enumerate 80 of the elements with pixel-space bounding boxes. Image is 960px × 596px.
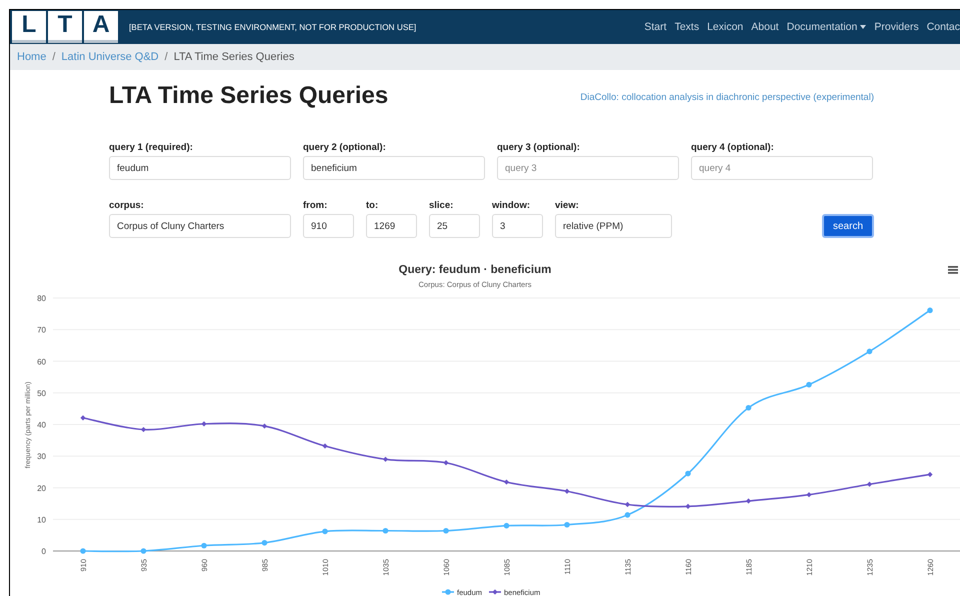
- y-tick-label: 10: [37, 515, 46, 524]
- data-point: [866, 348, 872, 354]
- data-point: [746, 498, 752, 504]
- data-point: [382, 456, 388, 462]
- data-point: [504, 479, 510, 485]
- query-field[interactable]: feudum: [109, 156, 291, 180]
- data-point: [866, 482, 872, 487]
- nav-link[interactable]: Contac: [926, 20, 960, 33]
- data-point: [504, 522, 510, 528]
- data-point: [927, 308, 933, 314]
- current-page-text: LTA Time Series Queries: [174, 50, 294, 63]
- data-point: [443, 460, 449, 466]
- data-point: [201, 542, 207, 548]
- query-field[interactable]: query 4: [691, 156, 873, 180]
- data-point: [322, 528, 328, 534]
- y-tick-label: 80: [37, 294, 46, 303]
- data-point: [746, 404, 752, 411]
- nav-link[interactable]: Providers: [874, 20, 919, 33]
- search-button[interactable]: search: [822, 214, 874, 238]
- y-tick-label: 30: [37, 452, 46, 462]
- option-field[interactable]: 910: [303, 214, 354, 238]
- field-label: window:: [492, 200, 531, 211]
- logo-tile[interactable]: T: [48, 10, 82, 43]
- data-point: [80, 548, 86, 554]
- data-point: [685, 504, 691, 509]
- data-point: [624, 502, 630, 508]
- field-label: query 2 (optional):: [303, 142, 387, 153]
- query-field[interactable]: query 3: [497, 156, 679, 180]
- y-tick-label: 70: [37, 326, 46, 335]
- data-point: [322, 443, 328, 449]
- field-label: query 3 (optional):: [497, 142, 581, 153]
- y-tick-label: 40: [37, 420, 46, 430]
- field-label: slice:: [429, 200, 454, 211]
- data-point: [564, 488, 570, 494]
- option-field[interactable]: 3: [492, 214, 543, 238]
- data-point: [927, 472, 933, 478]
- data-point: [140, 426, 146, 432]
- nav-link[interactable]: Documentation: [786, 20, 866, 33]
- beta-notice-text: [BETA VERSION, TESTING ENVIRONMENT, NOT FOR PRODUCTION USE]: [129, 22, 416, 32]
- data-point: [564, 522, 570, 528]
- caret-icon: [860, 24, 866, 29]
- nav-link[interactable]: Texts: [674, 20, 700, 33]
- data-point: [492, 589, 498, 595]
- y-tick-label: 50: [37, 388, 46, 398]
- option-field[interactable]: Corpus of Cluny Charters: [109, 214, 291, 238]
- data-point: [624, 512, 630, 518]
- data-point: [806, 382, 812, 388]
- field-label: to:: [366, 200, 380, 211]
- data-point: [443, 528, 449, 534]
- logo-tile[interactable]: L: [12, 10, 46, 43]
- menu-icon[interactable]: [948, 266, 958, 274]
- data-point: [262, 423, 268, 429]
- y-tick-label: 0: [42, 547, 46, 556]
- y-tick-label: 60: [37, 357, 46, 366]
- data-point: [80, 415, 86, 420]
- field-label: query 1 (required):: [109, 142, 194, 153]
- y-tick-label: 20: [37, 484, 46, 493]
- field-label: query 4 (optional):: [691, 142, 775, 153]
- breadcrumb-separator: /: [164, 50, 168, 63]
- option-field[interactable]: 1269: [366, 214, 417, 238]
- data-point: [201, 421, 207, 426]
- data-point: [262, 540, 268, 546]
- data-point: [445, 589, 451, 595]
- logo-tile[interactable]: A: [84, 10, 118, 43]
- field-label: from:: [303, 200, 328, 211]
- nav-link[interactable]: Lexicon: [707, 20, 744, 33]
- data-point: [685, 470, 691, 476]
- chart-title: Query: feudum · beneficium: [398, 264, 552, 276]
- field-label: view:: [555, 200, 580, 211]
- data-point: [382, 528, 388, 534]
- data-point: [140, 548, 146, 554]
- nav-link[interactable]: Start: [644, 20, 667, 33]
- field-label: corpus:: [109, 200, 145, 211]
- nav-link[interactable]: About: [751, 20, 779, 33]
- data-point: [806, 492, 812, 498]
- page-title: LTA Time Series Queries: [109, 82, 388, 110]
- breadcrumb-separator: /: [52, 50, 56, 63]
- option-field[interactable]: relative (PPM): [555, 214, 672, 238]
- option-field[interactable]: 25: [429, 214, 480, 238]
- query-field[interactable]: beneficium: [303, 156, 485, 180]
